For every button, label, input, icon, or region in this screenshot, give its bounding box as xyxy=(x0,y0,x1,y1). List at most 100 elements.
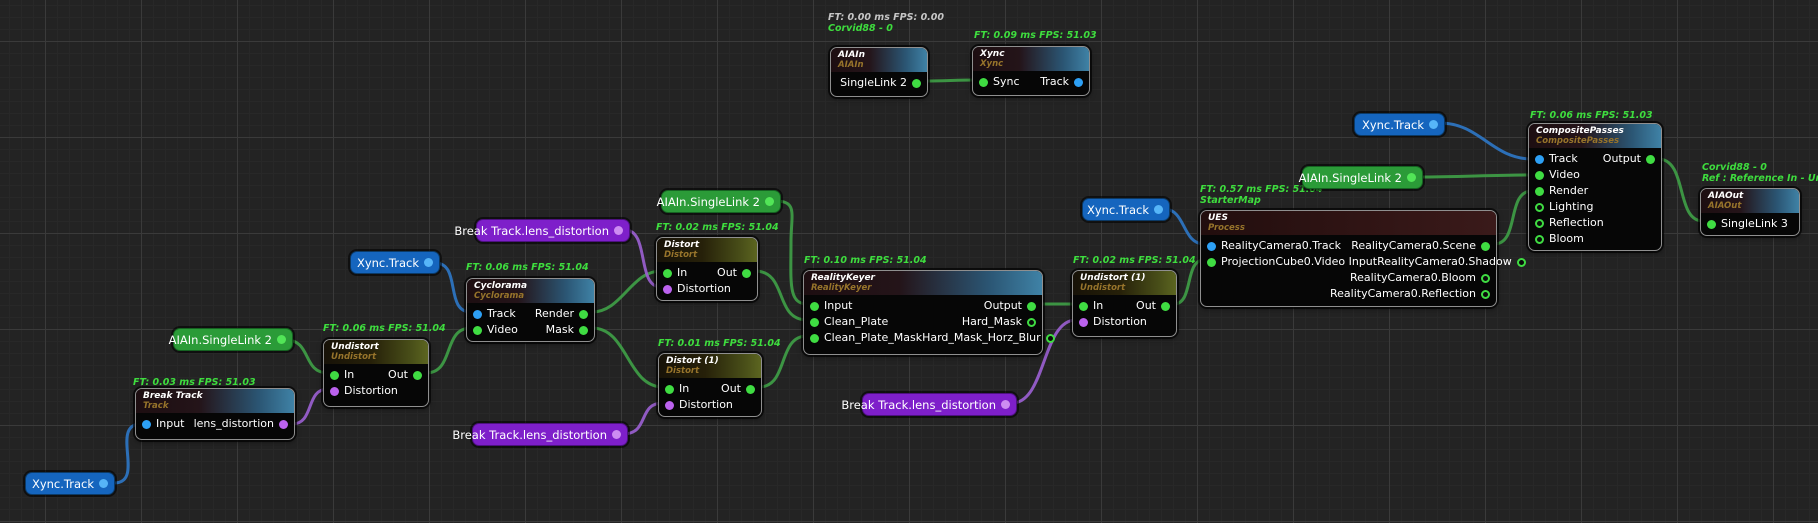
port-projectioncube0-video-input[interactable]: ProjectionCube0.Video Input xyxy=(1207,256,1377,268)
portal-break-track-lens-distortion[interactable]: Break Track.lens_distortion xyxy=(862,393,1017,416)
input-dot[interactable] xyxy=(1207,258,1216,267)
port-distortion[interactable]: Distortion xyxy=(665,399,733,411)
port-dot[interactable] xyxy=(99,479,108,488)
portal-aiain-singlelink-2[interactable]: AIAIn.SingleLink 2 xyxy=(661,190,781,213)
node-distort[interactable]: Distort Distort In Out Distortion xyxy=(656,237,758,301)
portal-xync-track[interactable]: Xync.Track xyxy=(350,251,440,274)
input-dot[interactable] xyxy=(665,385,674,394)
port-realitycamera0-scene[interactable]: RealityCamera0.Scene xyxy=(1351,240,1490,252)
input-dot[interactable] xyxy=(810,334,819,343)
input-dot[interactable] xyxy=(810,302,819,311)
input-dot[interactable] xyxy=(473,310,482,319)
port-hard-mask-horz-blur[interactable]: Hard_Mask_Horz_Blur xyxy=(922,332,1055,344)
portal-aiain-singlelink-2[interactable]: AIAIn.SingleLink 2 xyxy=(1302,166,1423,189)
port-dot[interactable] xyxy=(424,258,433,267)
output-dot[interactable] xyxy=(579,310,588,319)
node-xync[interactable]: Xync Xync Sync Track xyxy=(972,46,1090,96)
node-compositepasses[interactable]: CompositePasses CompositePasses Track Ou… xyxy=(1528,123,1662,251)
output-dot[interactable] xyxy=(1161,302,1170,311)
input-dot[interactable] xyxy=(473,326,482,335)
port-video[interactable]: Video xyxy=(473,324,518,336)
output-dot[interactable] xyxy=(746,385,755,394)
wire-singlelink2-to-composite-video[interactable] xyxy=(1418,175,1532,177)
port-dot[interactable] xyxy=(1407,173,1416,182)
port-dot[interactable] xyxy=(614,226,623,235)
node-graph-canvas[interactable]: FT: 0.00 ms FPS: 0.00Corvid88 - 0 FT: 0.… xyxy=(0,0,1818,523)
port-reflection[interactable]: Reflection xyxy=(1535,217,1604,229)
input-dot[interactable] xyxy=(1079,302,1088,311)
port-realitycamera0-shadow[interactable]: RealityCamera0.Shadow xyxy=(1377,256,1526,268)
output-dot[interactable] xyxy=(1046,334,1055,343)
wire-distort-out-to-clean-plate[interactable] xyxy=(755,271,807,320)
portal-break-track-lens-distortion[interactable]: Break Track.lens_distortion xyxy=(476,219,630,242)
input-dot[interactable] xyxy=(1207,242,1216,251)
input-dot[interactable] xyxy=(1535,155,1544,164)
node-realitykeyer[interactable]: RealityKeyer RealityKeyer Input Output C… xyxy=(803,270,1043,355)
input-dot[interactable] xyxy=(663,269,672,278)
output-dot[interactable] xyxy=(1027,318,1036,327)
node-distort-1[interactable]: Distort (1) Distort In Out Distortion xyxy=(658,353,762,417)
portal-aiain-singlelink-2[interactable]: AIAIn.SingleLink 2 xyxy=(173,328,293,351)
input-dot[interactable] xyxy=(330,371,339,380)
node-aiaout[interactable]: AIAOut AIAOut SingleLink 3 xyxy=(1700,188,1800,236)
port-clean-plate-mask[interactable]: Clean_Plate_Mask xyxy=(810,332,922,344)
input-dot[interactable] xyxy=(330,387,339,396)
port-bloom[interactable]: Bloom xyxy=(1535,233,1584,245)
output-dot[interactable] xyxy=(1481,290,1490,299)
port-output[interactable]: Output xyxy=(1603,153,1655,165)
port-dot[interactable] xyxy=(1154,205,1163,214)
port-input[interactable]: Input xyxy=(810,300,852,312)
output-dot[interactable] xyxy=(413,371,422,380)
node-undistort[interactable]: Undistort Undistort In Out Distortion xyxy=(323,339,429,407)
port-input[interactable]: Input xyxy=(142,418,184,430)
port-dot[interactable] xyxy=(765,197,774,206)
port-in[interactable]: In xyxy=(663,267,687,279)
input-dot[interactable] xyxy=(979,78,988,87)
node-cyclorama[interactable]: Cyclorama Cyclorama Track Render Video M… xyxy=(466,278,595,342)
input-dot[interactable] xyxy=(1535,203,1544,212)
input-dot[interactable] xyxy=(142,420,151,429)
input-dot[interactable] xyxy=(1535,219,1544,228)
port-out[interactable]: Out xyxy=(388,369,422,381)
wire-composite-output-to-aiaout[interactable] xyxy=(1658,159,1703,221)
port-in[interactable]: In xyxy=(330,369,354,381)
port-out[interactable]: Out xyxy=(1136,300,1170,312)
output-dot[interactable] xyxy=(279,420,288,429)
node-aiain[interactable]: AIAIn AIAIn SingleLink 2 xyxy=(830,47,928,97)
port-singlelink-2[interactable]: SingleLink 2 xyxy=(840,77,921,89)
output-dot[interactable] xyxy=(742,269,751,278)
port-distortion[interactable]: Distortion xyxy=(330,385,398,397)
port-render[interactable]: Render xyxy=(1535,185,1588,197)
input-dot[interactable] xyxy=(1535,235,1544,244)
wire-ues-scene-to-composite-render[interactable] xyxy=(1494,191,1532,244)
portal-xync-track[interactable]: Xync.Track xyxy=(25,472,115,495)
port-realitycamera0-track[interactable]: RealityCamera0.Track xyxy=(1207,240,1341,252)
port-dot[interactable] xyxy=(612,430,621,439)
port-dot[interactable] xyxy=(1001,400,1010,409)
port-lighting[interactable]: Lighting xyxy=(1535,201,1593,213)
port-output[interactable]: Output xyxy=(984,300,1036,312)
port-sync[interactable]: Sync xyxy=(979,76,1020,88)
port-singlelink-3[interactable]: SingleLink 3 xyxy=(1707,218,1788,230)
port-distortion[interactable]: Distortion xyxy=(663,283,731,295)
port-track[interactable]: Track xyxy=(1040,76,1083,88)
port-in[interactable]: In xyxy=(1079,300,1103,312)
port-realitycamera0-bloom[interactable]: RealityCamera0.Bloom xyxy=(1350,272,1490,284)
port-video[interactable]: Video xyxy=(1535,169,1580,181)
port-dot[interactable] xyxy=(277,335,286,344)
port-realitycamera0-reflection[interactable]: RealityCamera0.Reflection xyxy=(1330,288,1490,300)
input-dot[interactable] xyxy=(1079,318,1088,327)
port-dot[interactable] xyxy=(1429,120,1438,129)
port-track[interactable]: Track xyxy=(1535,153,1578,165)
port-track[interactable]: Track xyxy=(473,308,516,320)
output-dot[interactable] xyxy=(1646,155,1655,164)
output-dot[interactable] xyxy=(579,326,588,335)
input-dot[interactable] xyxy=(1535,171,1544,180)
port-clean-plate[interactable]: Clean_Plate xyxy=(810,316,888,328)
input-dot[interactable] xyxy=(665,401,674,410)
wire-xync-track-to-ues-track[interactable] xyxy=(1164,209,1204,244)
output-dot[interactable] xyxy=(1481,274,1490,283)
port-distortion[interactable]: Distortion xyxy=(1079,316,1147,328)
port-out[interactable]: Out xyxy=(717,267,751,279)
portal-xync-track[interactable]: Xync.Track xyxy=(1082,198,1170,221)
